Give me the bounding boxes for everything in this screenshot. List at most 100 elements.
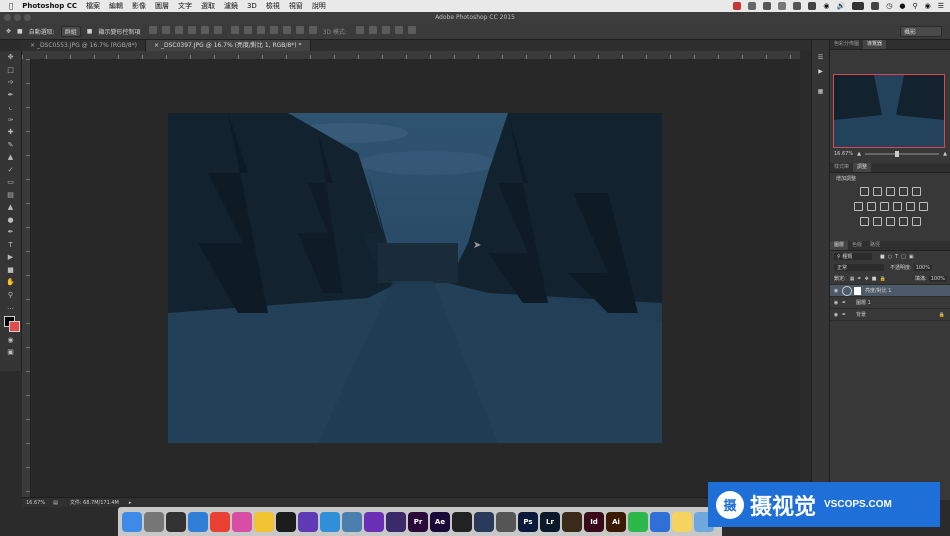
vibrance-icon[interactable]: [912, 187, 921, 196]
auto-select-checkbox[interactable]: ■: [17, 28, 23, 35]
keyboard-icon[interactable]: [871, 2, 880, 10]
illustrator-icon[interactable]: Ai: [606, 511, 626, 532]
evernote-icon[interactable]: [628, 511, 648, 532]
wifi-icon[interactable]: ◉: [823, 2, 829, 10]
more-tools-icon[interactable]: …: [0, 301, 21, 314]
layer-name[interactable]: 背景: [856, 311, 866, 318]
auto-align-icon[interactable]: [308, 26, 317, 34]
visibility-eye-icon[interactable]: ◉: [830, 300, 842, 306]
siri-menu-icon[interactable]: ◉: [925, 2, 931, 10]
status-sync-icon[interactable]: [763, 2, 772, 10]
curves-icon[interactable]: [886, 187, 895, 196]
layer-filter-dropdown[interactable]: ⚲ 種類: [834, 253, 872, 260]
photo-filter-icon[interactable]: [892, 202, 902, 211]
tab-document-2[interactable]: × _DSC0397.JPG @ 16.7% (亮度/對比 1, RGB/8*)…: [146, 40, 311, 51]
shape-tool-icon[interactable]: ■: [0, 264, 21, 277]
status-app-icon[interactable]: [733, 2, 742, 10]
menu-image[interactable]: 影像: [132, 1, 146, 11]
fill-field[interactable]: 100%: [928, 275, 947, 282]
properties-panel-icon[interactable]: ▦: [812, 88, 829, 102]
posterize-icon[interactable]: [873, 217, 882, 226]
premiere-icon[interactable]: Pr: [408, 511, 428, 532]
menu-window[interactable]: 視窗: [289, 1, 303, 11]
3d-scale-icon[interactable]: [407, 26, 416, 34]
clock-icon[interactable]: ◷: [886, 2, 892, 10]
lock-icons[interactable]: ▦✒✥■🔒: [850, 276, 889, 282]
tab-histogram[interactable]: 色彩分佈圖: [830, 40, 863, 49]
tab-close-icon[interactable]: ×: [154, 42, 161, 49]
history-panel-icon[interactable]: ☰: [812, 54, 829, 68]
app-store-icon[interactable]: [320, 511, 340, 532]
davinci-icon[interactable]: [474, 511, 494, 532]
threshold-icon[interactable]: [886, 217, 895, 226]
preview-icon[interactable]: [342, 511, 362, 532]
layer-row[interactable]: ◉ ✒ 背景 🔒: [830, 309, 950, 321]
bridge-icon[interactable]: [562, 511, 582, 532]
itunes-icon[interactable]: [232, 511, 252, 532]
tab-styles[interactable]: 樣式庫: [830, 163, 853, 172]
navigator-zoom-value[interactable]: 16.67%: [834, 151, 853, 157]
navigator-zoom-slider[interactable]: [864, 150, 940, 157]
zoom-in-icon[interactable]: ▲: [943, 151, 947, 157]
3d-pan-icon[interactable]: [381, 26, 390, 34]
minimize-window-button[interactable]: [14, 14, 21, 21]
menu-3d[interactable]: 3D: [247, 2, 257, 10]
activity-monitor-icon[interactable]: [276, 511, 296, 532]
brightness-contrast-icon[interactable]: [860, 187, 869, 196]
tab-document-1[interactable]: × _DSC0553.JPG @ 16.7% (RGB/8*): [22, 40, 147, 51]
indesign-icon[interactable]: Id: [584, 511, 604, 532]
path-select-tool-icon[interactable]: ▶: [0, 251, 21, 264]
battery-icon[interactable]: [852, 2, 865, 10]
distribute-vcenter-icon[interactable]: [243, 26, 252, 34]
document-canvas-photo[interactable]: [168, 113, 662, 443]
notification-center-icon[interactable]: ☰: [938, 2, 944, 10]
zoom-window-button[interactable]: [24, 14, 31, 21]
layer-row[interactable]: ◉ 亮度/對比 1: [830, 285, 950, 297]
levels-icon[interactable]: [873, 187, 882, 196]
distribute-top-icon[interactable]: [231, 26, 240, 34]
distribute-right-icon[interactable]: [295, 26, 304, 34]
align-left-icon[interactable]: [188, 26, 197, 34]
lightroom-icon[interactable]: Lr: [540, 511, 560, 532]
menu-layer[interactable]: 圖層: [155, 1, 169, 11]
layer-row[interactable]: ◉ ✒ 圖層 1: [830, 297, 950, 309]
blend-mode-dropdown[interactable]: 正常: [834, 264, 884, 271]
menu-file[interactable]: 檔案: [86, 1, 100, 11]
menu-view[interactable]: 檢視: [266, 1, 280, 11]
auto-select-dropdown[interactable]: 群組: [60, 25, 81, 37]
layer-filter-icons[interactable]: ■○T□▣: [880, 254, 917, 260]
exposure-icon[interactable]: [899, 187, 908, 196]
distribute-bottom-icon[interactable]: [256, 26, 265, 34]
black-white-icon[interactable]: [879, 202, 889, 211]
screen-mode-icon[interactable]: ▣: [0, 346, 21, 359]
status-clock-icon[interactable]: [793, 2, 802, 10]
move-tool-icon[interactable]: ✥: [0, 51, 21, 64]
gradient-tool-icon[interactable]: ▤: [0, 189, 21, 202]
history-brush-tool-icon[interactable]: ✓: [0, 164, 21, 177]
motion-icon[interactable]: [386, 511, 406, 532]
imovie-icon[interactable]: [364, 511, 384, 532]
3d-roll-icon[interactable]: [368, 26, 377, 34]
gradient-map-icon[interactable]: [899, 217, 908, 226]
3d-slide-icon[interactable]: [394, 26, 403, 34]
volume-icon[interactable]: 🔊: [837, 2, 846, 10]
hand-tool-icon[interactable]: ✋: [0, 276, 21, 289]
menu-select[interactable]: 選取: [201, 1, 215, 11]
color-lookup-icon[interactable]: [918, 202, 928, 211]
eyedropper-tool-icon[interactable]: ✑: [0, 114, 21, 127]
user-icon[interactable]: ●: [899, 2, 905, 10]
visibility-eye-icon[interactable]: ◉: [830, 312, 842, 318]
pen-tool-icon[interactable]: ✒: [0, 226, 21, 239]
spotlight-icon[interactable]: ⚲: [912, 2, 917, 10]
move-tool-icon[interactable]: ✥: [6, 28, 11, 35]
tab-channels[interactable]: 色版: [848, 241, 866, 250]
status-cloud-icon[interactable]: [778, 2, 787, 10]
quick-select-tool-icon[interactable]: ✒: [0, 89, 21, 102]
layer-name[interactable]: 亮度/對比 1: [865, 287, 891, 294]
after-effects-icon[interactable]: Ae: [430, 511, 450, 532]
align-vcenter-icon[interactable]: [162, 26, 171, 34]
status-menu-arrow-icon[interactable]: ▸: [129, 500, 132, 506]
keynote-icon[interactable]: [650, 511, 670, 532]
mission-control-icon[interactable]: [166, 511, 186, 532]
safari-icon[interactable]: [188, 511, 208, 532]
